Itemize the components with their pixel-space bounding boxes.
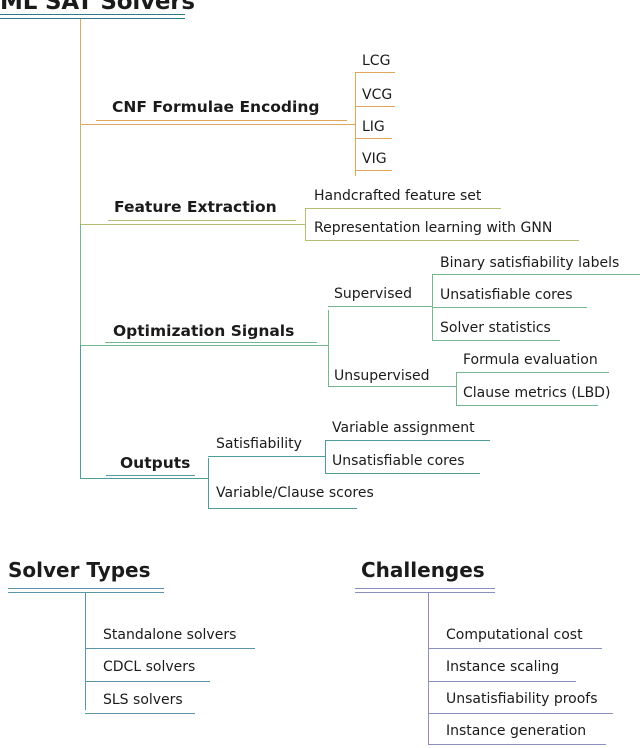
underline-solver-types: [8, 588, 164, 593]
underline-solver-statistics: [432, 340, 560, 341]
underline-formula-evaluation: [456, 372, 609, 373]
connector-cnf-children-spine: [355, 72, 356, 176]
root-underline: [0, 14, 185, 19]
underline-unsatisfiability-proofs: [428, 713, 613, 714]
underline-variable-assignment: [325, 440, 490, 441]
underline-vcg: [355, 106, 395, 107]
leaf-label-binary-satisfiability-labels: Binary satisfiability labels: [440, 255, 620, 271]
connector-root-to-feature-extraction: [80, 124, 81, 224]
underline-cdcl-solvers: [85, 681, 210, 682]
underline-handcrafted-feature-set: [305, 208, 501, 209]
connector-unsupervised-children-spine: [456, 372, 457, 405]
connector-satisfiability-children-spine: [325, 440, 326, 473]
branch-label-cnf-formulae-encoding: CNF Formulae Encoding: [112, 98, 320, 116]
underline-clause-metrics-lbd: [456, 405, 598, 406]
underline-outputs: [106, 475, 195, 476]
underline-lcg: [355, 72, 395, 73]
connector-root-to-optimization-signals: [80, 224, 81, 345]
leaf-label-representation-learning-with-gnn: Representation learning with GNN: [314, 220, 553, 236]
connector-optimization-signals-spine: [80, 345, 328, 346]
section-item-instance-generation: Instance generation: [446, 723, 587, 739]
leaf-label-lcg: LCG: [362, 53, 391, 69]
underline-unsatisfiable-cores-supervised: [432, 307, 587, 308]
underline-instance-generation: [428, 744, 606, 745]
root-node-label: ML SAT Solvers: [0, 0, 195, 15]
underline-cnf-formulae-encoding: [96, 120, 347, 121]
underline-vig: [355, 170, 392, 171]
underline-instance-scaling: [428, 681, 576, 682]
section-title-solver-types: Solver Types: [8, 558, 151, 582]
connector-cnf-spine: [80, 124, 355, 125]
connector-root-to-cnf: [80, 19, 81, 124]
underline-satisfiability: [208, 456, 325, 457]
section-item-standalone-solvers: Standalone solvers: [103, 627, 237, 643]
underline-unsupervised: [328, 386, 456, 387]
leaf-label-variable-clause-scores: Variable/Clause scores: [216, 485, 374, 501]
section-item-computational-cost: Computational cost: [446, 627, 583, 643]
connector-optimization-children-spine: [328, 310, 329, 386]
leaf-label-vig: VIG: [362, 151, 387, 167]
section-item-instance-scaling: Instance scaling: [446, 659, 560, 675]
connector-outputs-spine: [80, 478, 208, 479]
section-item-sls-solvers: SLS solvers: [103, 692, 183, 708]
mindmap-canvas: ML SAT Solvers CNF Formulae Encoding LCG…: [0, 0, 640, 748]
subbranch-label-supervised: Supervised: [334, 286, 412, 302]
underline-binary-satisfiability-labels: [432, 274, 640, 275]
underline-supervised: [328, 306, 432, 307]
underline-standalone-solvers: [85, 648, 255, 649]
branch-label-feature-extraction: Feature Extraction: [114, 198, 277, 216]
underline-unsatisfiable-cores-outputs: [325, 473, 480, 474]
underline-challenges: [355, 588, 495, 593]
leaf-label-vcg: VCG: [362, 87, 393, 103]
leaf-label-formula-evaluation: Formula evaluation: [463, 352, 598, 368]
connector-feature-extraction-spine: [80, 224, 305, 225]
leaf-label-handcrafted-feature-set: Handcrafted feature set: [314, 188, 482, 204]
connector-root-to-outputs: [80, 345, 81, 478]
connector-outputs-children-spine: [208, 458, 209, 508]
underline-representation-learning-with-gnn: [305, 240, 579, 241]
connector-solver-types-spine: [85, 592, 86, 710]
underline-optimization-signals: [105, 342, 317, 343]
connector-feature-extraction-children-spine: [305, 208, 306, 240]
underline-computational-cost: [428, 648, 602, 649]
connector-challenges-spine: [428, 592, 429, 744]
branch-label-outputs: Outputs: [120, 454, 191, 472]
leaf-label-variable-assignment: Variable assignment: [332, 420, 475, 436]
section-item-unsatisfiability-proofs: Unsatisfiability proofs: [446, 691, 598, 707]
leaf-label-clause-metrics-lbd: Clause metrics (LBD): [463, 385, 611, 401]
branch-label-optimization-signals: Optimization Signals: [113, 322, 295, 340]
section-title-challenges: Challenges: [361, 558, 485, 582]
leaf-label-lig: LIG: [362, 119, 385, 135]
leaf-label-unsatisfiable-cores-supervised: Unsatisfiable cores: [440, 287, 573, 303]
subbranch-label-unsupervised: Unsupervised: [334, 368, 430, 384]
leaf-label-unsatisfiable-cores-outputs: Unsatisfiable cores: [332, 453, 465, 469]
underline-feature-extraction: [108, 220, 296, 221]
underline-variable-clause-scores: [208, 508, 357, 509]
underline-lig: [355, 138, 392, 139]
subbranch-label-satisfiability: Satisfiability: [216, 436, 302, 452]
underline-sls-solvers: [85, 713, 195, 714]
section-item-cdcl-solvers: CDCL solvers: [103, 659, 196, 675]
leaf-label-solver-statistics: Solver statistics: [440, 320, 551, 336]
